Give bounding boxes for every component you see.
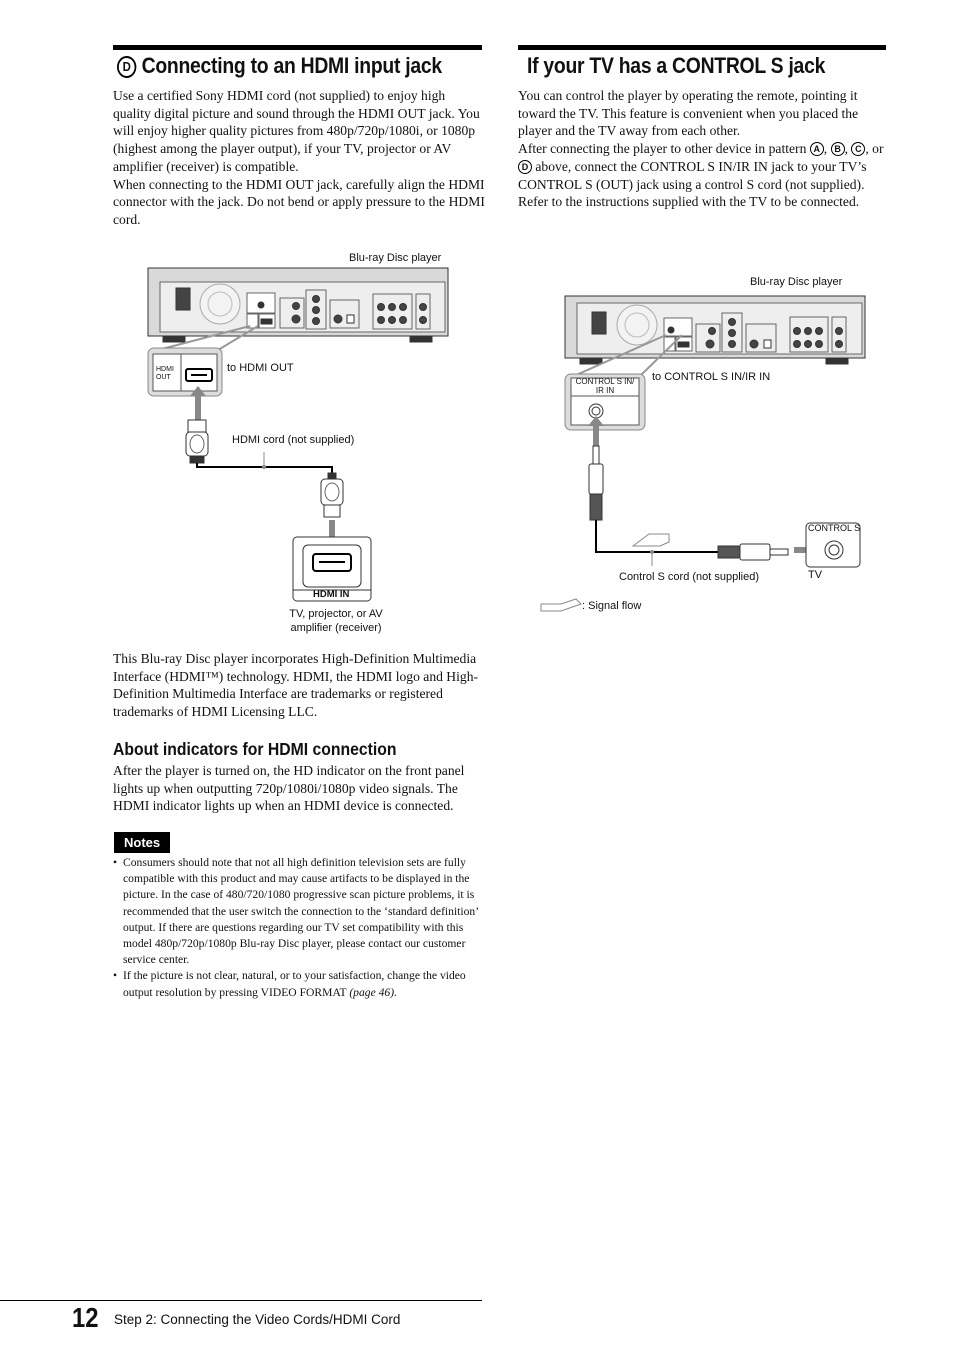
control-s-diagram: [540, 295, 866, 612]
control-s-jack-label: CONTROL S IN/ IR IN: [575, 377, 635, 395]
control-s-cord-label: Control S cord (not supplied): [619, 571, 760, 583]
footer-rule: [0, 1300, 482, 1301]
control-s-plug-right: [717, 543, 789, 561]
control-s-plug-top: [588, 445, 604, 521]
note-item: If the picture is not clear, natural, or…: [113, 968, 483, 1000]
signal-flow-legend-label: : Signal flow: [582, 600, 642, 612]
notes-badge: Notes: [114, 832, 171, 853]
note-item: Consumers should note that not all high …: [113, 855, 483, 968]
notes-list: Consumers should note that not all high …: [113, 855, 483, 1001]
indicators-heading: About indicators for HDMI connection: [113, 739, 397, 759]
tv-control-s-label: CONTROL S: [808, 523, 861, 533]
indicators-text: After the player is turned on, the HD in…: [113, 763, 465, 814]
signal-flow-arrow-icon: [631, 533, 670, 547]
page-number: 12: [72, 1302, 99, 1333]
page-ref-link[interactable]: (page 46).: [349, 986, 397, 999]
signal-flow-legend-icon: [540, 598, 582, 612]
player-rear-panel: [564, 295, 866, 365]
tv-label: TV: [808, 569, 823, 581]
to-control-s-label: to CONTROL S IN/IR IN: [652, 371, 771, 383]
footer-section-title: Step 2: Connecting the Video Cords/HDMI …: [114, 1312, 401, 1327]
